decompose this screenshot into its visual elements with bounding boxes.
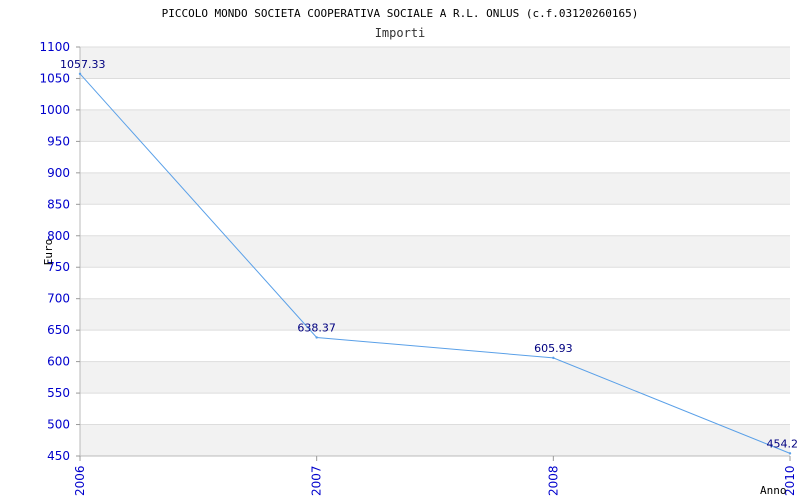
y-tick-label: 650 [47, 323, 70, 337]
grid-band [80, 235, 790, 268]
y-tick-label: 500 [47, 418, 70, 432]
data-label: 1057.33 [60, 58, 106, 71]
grid-band [80, 109, 790, 142]
x-axis-title: Anno [760, 484, 787, 497]
y-tick-label: 550 [47, 386, 70, 400]
y-tick-label: 850 [47, 197, 70, 211]
chart-subtitle: Importi [375, 26, 426, 40]
chart-title: PICCOLO MONDO SOCIETA COOPERATIVA SOCIAL… [162, 7, 639, 20]
x-tick-label: 2006 [73, 465, 87, 496]
grid-band [80, 172, 790, 205]
line-chart: 4505005506006507007508008509009501000105… [39, 7, 799, 497]
grid-band [80, 361, 790, 394]
grid-band [80, 47, 790, 79]
grid-band [80, 298, 790, 331]
data-label: 454.2 [767, 437, 799, 450]
chart-container: 450 500 550 600 650 700 750 800 850 900 950 1000 105… [0, 0, 800, 500]
data-point [552, 356, 555, 360]
x-tick-label: 2008 [546, 465, 560, 496]
y-tick-label: 950 [47, 134, 70, 148]
x-tick-labels: 2006 2007 2008 2010 [73, 456, 797, 496]
data-point [315, 336, 318, 339]
data-label: 605.93 [534, 342, 573, 355]
y-axis-title: Euro [42, 239, 55, 266]
y-tick-label: 450 [47, 449, 70, 463]
data-point [78, 72, 82, 76]
x-tick-label: 2007 [310, 465, 324, 496]
y-tick-label: 1100 [39, 40, 70, 54]
plot-bands [80, 47, 790, 456]
y-tick-label: 600 [47, 355, 70, 369]
data-point [788, 452, 792, 455]
data-label: 638.37 [297, 321, 336, 334]
y-tick-label: 1000 [39, 103, 70, 117]
y-tick-label: 1050 [39, 71, 70, 85]
y-tick-label: 900 [47, 166, 70, 180]
y-tick-label: 700 [47, 292, 70, 306]
grid-band [80, 424, 790, 456]
